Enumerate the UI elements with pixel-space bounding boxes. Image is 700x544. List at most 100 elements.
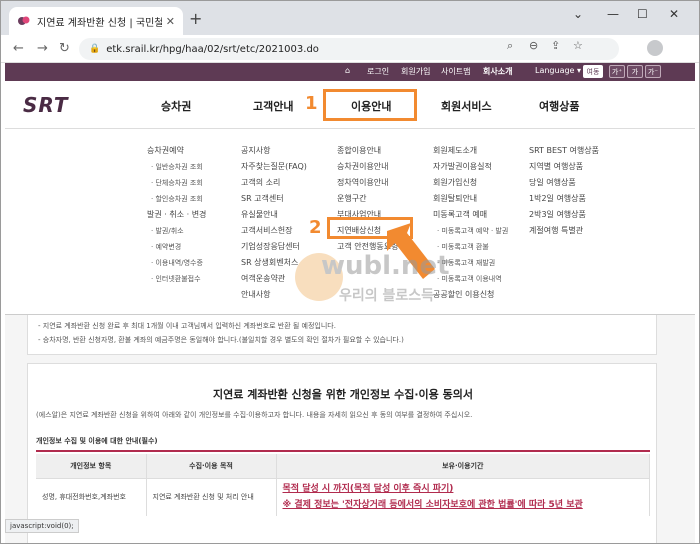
- menu-item[interactable]: 1박2일 여행상품: [529, 191, 599, 207]
- font-down-button[interactable]: 가⁻: [645, 65, 661, 78]
- menu-item[interactable]: 지역별 여행상품: [529, 159, 599, 175]
- font-up-button[interactable]: 가⁺: [609, 65, 625, 78]
- accessibility-button[interactable]: 여동: [583, 65, 603, 78]
- language-select[interactable]: Language ▾: [535, 66, 581, 75]
- notice-line: - 지연료 계좌반환 신청 완료 후 최대 1개월 이내 고객님께서 입력하신 …: [38, 322, 336, 330]
- table-header: 개인정보 항목: [36, 454, 147, 479]
- menu-item[interactable]: 승차권이용안내: [337, 159, 398, 175]
- nav-customer[interactable]: 고객안내: [253, 98, 293, 114]
- menu-item[interactable]: 회원가입신청: [433, 175, 508, 191]
- browser-tab[interactable]: 지연료 계좌반환 신청 | 국민철도 ✕: [9, 7, 183, 35]
- signup-link[interactable]: 회원가입: [401, 66, 430, 77]
- menu-item[interactable]: 회원탈퇴안내: [433, 191, 508, 207]
- menu-item[interactable]: 인터넷환불접수: [147, 271, 206, 287]
- share-icon[interactable]: ⇪: [551, 39, 560, 52]
- menu-item[interactable]: 할인승차권 조회: [147, 191, 206, 207]
- minimize-icon[interactable]: —: [607, 7, 619, 21]
- tab-title: 지연료 계좌반환 신청 | 국민철도: [37, 17, 162, 29]
- new-tab-button[interactable]: +: [189, 9, 202, 28]
- consent-section-label: 개인정보 수집 및 이용에 대한 안내(필수): [36, 437, 158, 445]
- screenshot-frame: 지연료 계좌반환 신청 | 국민철도 ✕ + ⌄ — ☐ ✕ ← → ↻ 🔒 e…: [0, 0, 700, 544]
- tab-close-icon[interactable]: ✕: [166, 15, 175, 28]
- menu-item[interactable]: 예약변경: [147, 239, 206, 255]
- profile-avatar[interactable]: [647, 40, 663, 56]
- nav-travel-products[interactable]: 여행상품: [539, 98, 579, 114]
- menu-item[interactable]: 일반승차권 조회: [147, 159, 206, 175]
- zoom-icon[interactable]: ⊖: [529, 39, 538, 52]
- consent-title: 지연료 계좌반환 신청을 위한 개인정보 수집·이용 동의서: [213, 388, 473, 401]
- browser-tab-bar: 지연료 계좌반환 신청 | 국민철도 ✕ + ⌄ — ☐ ✕: [1, 1, 699, 35]
- menu-item[interactable]: 회원제도소개: [433, 143, 508, 159]
- menu-item[interactable]: SR 고객센터: [241, 191, 307, 207]
- table-row: 성명, 휴대전화번호,계좌번호 지연료 계좌반환 신청 및 처리 안내 목적 달…: [36, 478, 650, 516]
- menu-item[interactable]: 고객의 소리: [241, 175, 307, 191]
- nav-ticket[interactable]: 승차권: [161, 98, 191, 114]
- watermark: wubl.net 우리의 블로스득: [295, 251, 465, 311]
- menu-col-travel: SRT BEST 여행상품 지역별 여행상품 당일 여행상품 1박2일 여행상품 2박3…: [529, 143, 599, 239]
- divider: [36, 450, 650, 452]
- chevron-down-icon: ▾: [577, 66, 582, 75]
- retention-period: 목적 달성 시 까지(목적 달성 이후 즉시 파기): [282, 484, 454, 495]
- menu-item[interactable]: 발권/취소: [147, 223, 206, 239]
- srt-logo[interactable]: SRT: [23, 93, 69, 117]
- menu-item[interactable]: 단체승차권 조회: [147, 175, 206, 191]
- menu-item[interactable]: 운행구간: [337, 191, 398, 207]
- language-label: Language: [535, 66, 575, 75]
- reload-icon[interactable]: ↻: [59, 41, 70, 56]
- home-icon[interactable]: ⌂: [345, 66, 350, 75]
- step-marker-2: 2: [309, 217, 322, 238]
- bookmark-star-icon[interactable]: ☆: [573, 39, 583, 52]
- notice-line: - 승차자명, 반환 신청자명, 환불 계좌의 예금주명은 동일해야 합니다.(…: [38, 336, 404, 344]
- consent-description: (에스알)은 지연료 계좌반환 신청을 위하여 아래와 같이 개인정보를 수집·…: [36, 411, 473, 419]
- consent-box: 지연료 계좌반환 신청을 위한 개인정보 수집·이용 동의서 (에스알)은 지연…: [27, 363, 657, 543]
- chevron-down-icon[interactable]: ⌄: [573, 7, 583, 21]
- menu-item[interactable]: 미동록고객 예약 · 발권: [433, 223, 508, 239]
- nav-member-service[interactable]: 회원서비스: [441, 98, 492, 114]
- page-content: - 지연료 계좌반환 신청 완료 후 최대 1개월 이내 고객님께서 입력하신 …: [5, 315, 695, 543]
- sitemap-link[interactable]: 사이트맵: [441, 66, 470, 77]
- company-link[interactable]: 회사소개: [483, 66, 512, 77]
- table-cell: 목적 달성 시 까지(목적 달성 이후 즉시 파기) ※ 결제 정보는 '전자상…: [276, 478, 650, 516]
- highlight-box-nav: [323, 89, 417, 121]
- watermark-subtext: 우리의 블로스득: [339, 288, 435, 304]
- table-cell: 지연료 계좌반환 신청 및 처리 안내: [146, 478, 277, 516]
- status-bar: javascript:void(0);: [5, 519, 79, 533]
- menu-item[interactable]: 계절여행 특별관: [529, 223, 599, 239]
- lock-icon[interactable]: 🔒: [89, 44, 100, 54]
- menu-item[interactable]: 자주찾는질문(FAQ): [241, 159, 307, 175]
- menu-item[interactable]: 2박3일 여행상품: [529, 207, 599, 223]
- watermark-text: wubl.net: [321, 251, 450, 281]
- login-link[interactable]: 로그인: [367, 66, 389, 77]
- retention-note: ※ 결제 정보는 '전자상거래 등에서의 소비자보호에 관한 법률'에 따라 5…: [282, 500, 583, 511]
- menu-item[interactable]: SRT BEST 여행상품: [529, 143, 599, 159]
- table-header-row: 개인정보 항목 수집·이용 목적 보유·이용기간: [36, 454, 650, 479]
- browser-toolbar: ← → ↻ 🔒 etk.srail.kr/hpg/haa/02/srt/etc/…: [1, 35, 699, 89]
- menu-item[interactable]: 정차역이용안내: [337, 175, 398, 191]
- table-header: 수집·이용 목적: [146, 454, 277, 479]
- back-icon[interactable]: ←: [13, 41, 24, 56]
- step-marker-1: 1: [305, 93, 318, 114]
- menu-item[interactable]: 이용내역/영수증: [147, 255, 206, 271]
- consent-table: 개인정보 항목 수집·이용 목적 보유·이용기간 성명, 휴대전화번호,계좌번호…: [36, 454, 650, 516]
- table-cell: 성명, 휴대전화번호,계좌번호: [36, 478, 147, 516]
- forward-icon[interactable]: →: [37, 41, 48, 56]
- notice-box: - 지연료 계좌반환 신청 완료 후 최대 1개월 이내 고객님께서 입력하신 …: [27, 315, 657, 355]
- menu-item[interactable]: 종합이용안내: [337, 143, 398, 159]
- menu-item[interactable]: 자가발권이용실적: [433, 159, 508, 175]
- site-utility-bar: ⌂ 로그인 회원가입 사이트맵 회사소개 Language ▾ 여동 가⁺ 가 …: [5, 63, 695, 81]
- menu-item[interactable]: 공지사항: [241, 143, 307, 159]
- close-window-icon[interactable]: ✕: [669, 7, 679, 21]
- menu-item[interactable]: 미동록고객 예매: [433, 207, 508, 223]
- menu-item[interactable]: 승차권예약: [147, 143, 206, 159]
- maximize-icon[interactable]: ☐: [637, 7, 648, 21]
- menu-item[interactable]: 발권 · 취소 · 변경: [147, 207, 206, 223]
- srt-favicon-icon: [17, 14, 31, 28]
- menu-col-ticket: 승차권예약일반승차권 조회단체승차권 조회할인승차권 조회발권 · 취소 · 변…: [147, 143, 206, 287]
- menu-item[interactable]: 당일 여행상품: [529, 175, 599, 191]
- url-text: etk.srail.kr/hpg/haa/02/srt/etc/2021003.…: [106, 43, 319, 55]
- menu-item[interactable]: 유실물안내: [241, 207, 307, 223]
- menu-item[interactable]: 고객서비스헌장: [241, 223, 307, 239]
- font-default-button[interactable]: 가: [627, 65, 643, 78]
- search-icon[interactable]: ⌕: [507, 39, 513, 53]
- table-header: 보유·이용기간: [276, 454, 650, 479]
